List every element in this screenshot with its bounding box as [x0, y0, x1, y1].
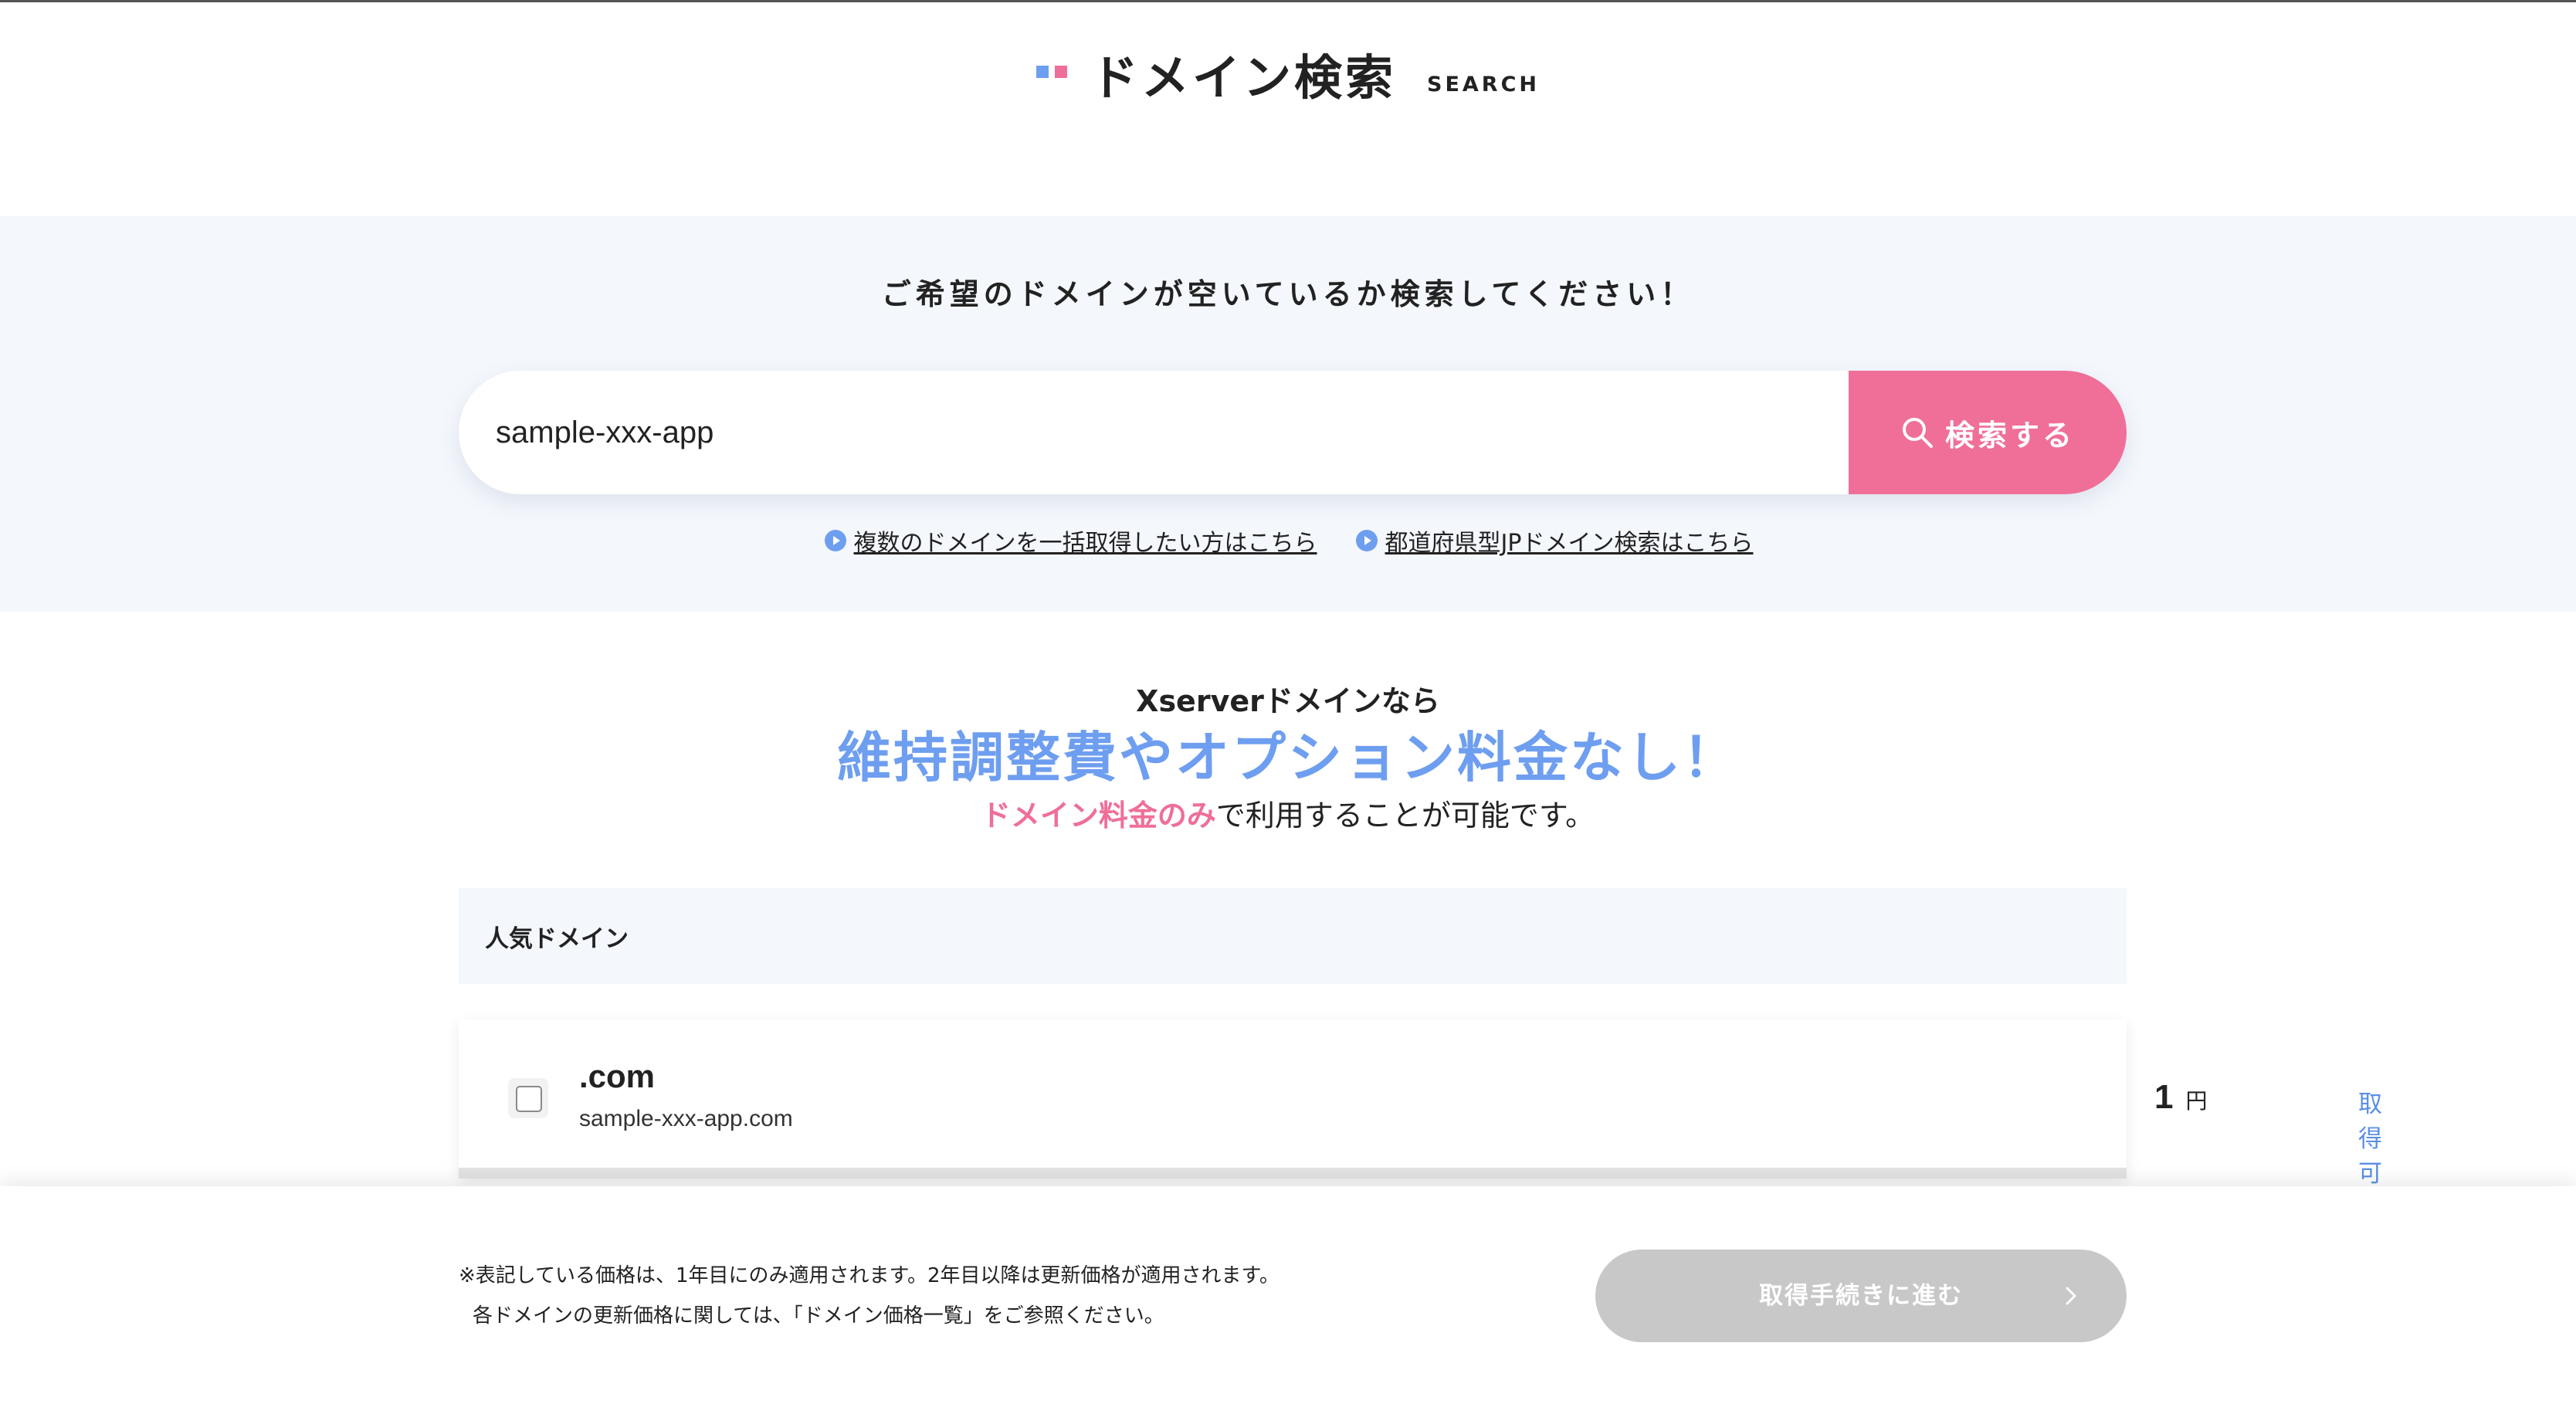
search-icon	[1902, 418, 1933, 448]
price-unit: 円	[2185, 1088, 2208, 1114]
bulk-domain-link-label: 複数のドメインを一括取得したい方はこちら	[853, 530, 1317, 557]
pink-square	[1054, 66, 1067, 78]
chevron-right-icon	[2066, 1287, 2076, 1305]
blue-square	[1035, 66, 1049, 78]
title-mark-icon	[1035, 50, 1070, 97]
promo: Xserverドメインなら 維持調整費やオプション料金なし！ ドメイン料金のみで…	[0, 680, 2576, 839]
domain-checkbox[interactable]	[508, 1078, 548, 1118]
search-section: ご希望のドメインが空いているか検索してください！ 検索する 複数のドメインを一括…	[0, 216, 2576, 612]
promo-sub-emphasis: ドメイン料金のみ	[981, 799, 1216, 833]
popular-domains-heading: 人気ドメイン	[459, 888, 2127, 984]
domain-tld: .com	[579, 1058, 656, 1094]
page-title-en: SEARCH	[1427, 72, 1540, 97]
circle-arrow-right-icon	[824, 530, 846, 551]
domain-search-input[interactable]	[459, 371, 1849, 494]
promo-headline: 維持調整費やオプション料金なし！	[837, 726, 1739, 789]
checkbox-box	[516, 1086, 542, 1112]
search-button-label: 検索する	[1944, 418, 2075, 453]
domain-price: 1 円	[2154, 1078, 2208, 1117]
proceed-button-label: 取得手続きに進む	[1759, 1282, 1963, 1310]
search-prompt: ご希望のドメインが空いているか検索してください！	[881, 277, 1695, 311]
bulk-domain-link[interactable]: 複数のドメインを一括取得したい方はこちら	[823, 524, 1317, 558]
promo-sub: ドメイン料金のみで利用することが可能です。	[0, 792, 2576, 839]
circle-arrow-right-icon	[1355, 530, 1378, 551]
prefecture-jp-link[interactable]: 都道府県型JPドメイン検索はこちら	[1354, 524, 1754, 558]
page-header: ドメイン検索 SEARCH	[0, 31, 2576, 116]
prefecture-jp-link-label: 都道府県型JPドメイン検索はこちら	[1385, 530, 1754, 557]
search-box: 検索する	[459, 371, 2127, 494]
proceed-button[interactable]: 取得手続きに進む	[1595, 1250, 2127, 1342]
price-value: 1	[2154, 1078, 2174, 1116]
domain-row[interactable]: .com sample-xxx-app.com 1 円 取得可能です	[459, 1019, 2382, 1292]
row-divider	[459, 1168, 2127, 1178]
domain-full-name: sample-xxx-app.com	[579, 1106, 793, 1131]
price-note-line2: 各ドメインの更新価格に関しては、「ドメイン価格一覧」をご参照ください。	[473, 1304, 1164, 1328]
page-title: ドメイン検索	[1090, 49, 1396, 106]
helper-links: 複数のドメインを一括取得したい方はこちら 都道府県型JPドメイン検索はこちら	[0, 524, 2576, 558]
price-note: ※表記している価格は、1年目にのみ適用されます。2年目以降は更新価格が適用されま…	[459, 1256, 1280, 1336]
promo-sub-rest: で利用することが可能です。	[1215, 799, 1595, 833]
top-border	[0, 0, 2576, 2]
footer-bar: ※表記している価格は、1年目にのみ適用されます。2年目以降は更新価格が適用されま…	[0, 1186, 2576, 1404]
promo-lead: Xserverドメインなら	[1136, 684, 1440, 718]
search-button[interactable]: 検索する	[1849, 371, 2127, 494]
price-note-line1: ※表記している価格は、1年目にのみ適用されます。2年目以降は更新価格が適用されま…	[459, 1264, 1280, 1287]
